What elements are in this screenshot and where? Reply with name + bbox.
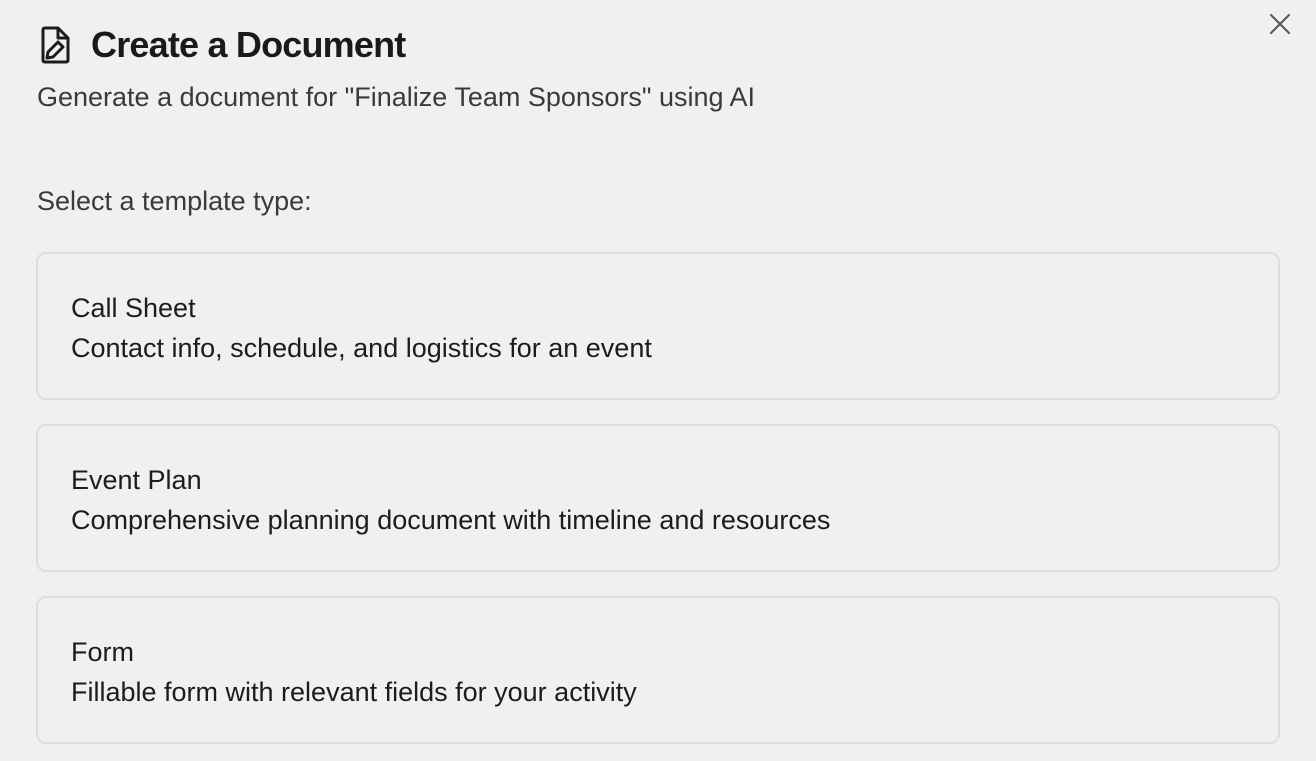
close-icon [1269, 13, 1291, 40]
dialog-title: Create a Document [91, 24, 406, 65]
template-option-form[interactable]: Form Fillable form with relevant fields … [36, 596, 1280, 744]
template-option-call-sheet[interactable]: Call Sheet Contact info, schedule, and l… [36, 252, 1280, 400]
template-description: Comprehensive planning document with tim… [71, 505, 831, 535]
template-name: Call Sheet [71, 293, 196, 323]
dialog-header: Create a Document [37, 22, 406, 68]
document-edit-icon [37, 25, 73, 65]
close-button[interactable] [1264, 10, 1296, 42]
template-prompt: Select a template type: [37, 186, 312, 216]
dialog-subtitle: Generate a document for "Finalize Team S… [37, 82, 756, 112]
template-name: Form [71, 637, 134, 667]
template-description: Contact info, schedule, and logistics fo… [71, 333, 652, 363]
create-document-dialog: Create a Document Generate a document fo… [0, 0, 1316, 761]
template-name: Event Plan [71, 465, 202, 495]
template-option-event-plan[interactable]: Event Plan Comprehensive planning docume… [36, 424, 1280, 572]
template-description: Fillable form with relevant fields for y… [71, 677, 637, 707]
template-list: Call Sheet Contact info, schedule, and l… [36, 252, 1280, 761]
